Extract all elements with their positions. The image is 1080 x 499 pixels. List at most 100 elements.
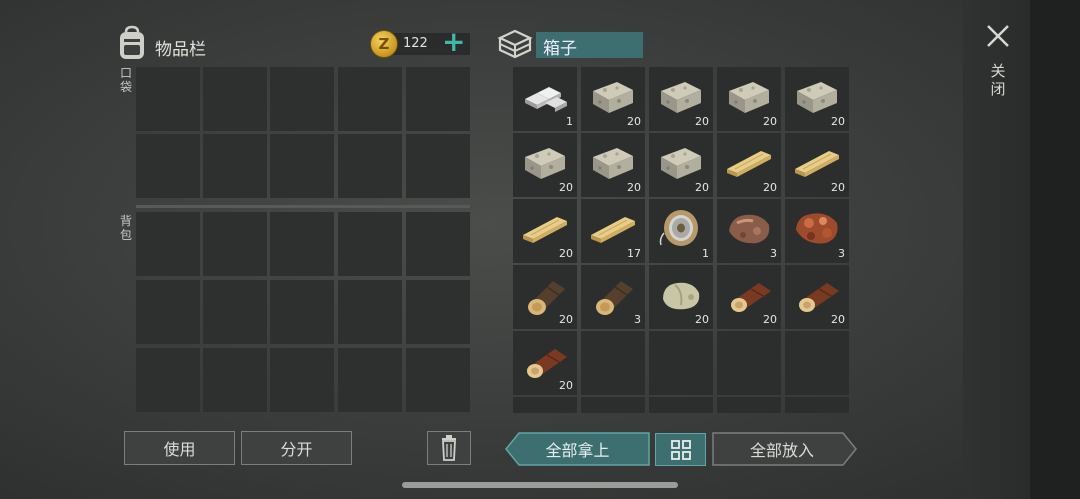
box-slot[interactable]: 20 (581, 67, 645, 131)
box-slot[interactable]: 3 (785, 199, 849, 263)
backpack-slot[interactable] (406, 212, 470, 276)
screen-edge (1030, 0, 1080, 499)
wire-spool-icon (655, 205, 707, 251)
backpack-slot[interactable] (270, 348, 334, 412)
use-button[interactable]: 使用 (124, 431, 235, 465)
pocket-slot[interactable] (203, 134, 267, 198)
close-icon[interactable] (984, 22, 1012, 50)
item-quantity: 3 (770, 247, 777, 260)
box-slot[interactable]: 3 (717, 199, 781, 263)
backpack-slot[interactable] (136, 212, 200, 276)
item-quantity: 20 (831, 115, 845, 128)
box-slot[interactable]: 20 (785, 67, 849, 131)
box-slot[interactable]: 20 (717, 265, 781, 329)
take-all-button[interactable]: 全部拿上 (505, 432, 650, 466)
pocket-slot[interactable] (338, 134, 402, 198)
plank-icon (519, 205, 571, 251)
box-slot[interactable]: 20 (581, 133, 645, 197)
backpack-slot[interactable] (338, 348, 402, 412)
discard-button[interactable] (427, 431, 471, 465)
pocket-slot[interactable] (203, 67, 267, 131)
metal-ingot-icon (519, 73, 571, 119)
item-quantity: 20 (695, 115, 709, 128)
box-slot[interactable] (717, 331, 781, 395)
box-slot[interactable]: 20 (649, 67, 713, 131)
backpack-slot[interactable] (406, 280, 470, 344)
item-quantity: 20 (763, 313, 777, 326)
oak-log-icon (519, 337, 571, 383)
box-slot[interactable]: 20 (785, 133, 849, 197)
item-quantity: 20 (763, 181, 777, 194)
item-quantity: 3 (634, 313, 641, 326)
backpack-slot[interactable] (203, 212, 267, 276)
item-quantity: 20 (559, 313, 573, 326)
item-quantity: 20 (559, 181, 573, 194)
put-all-label: 全部放入 (749, 441, 814, 460)
item-quantity: 20 (831, 181, 845, 194)
item-quantity: 20 (627, 181, 641, 194)
currency-value: 122 (403, 36, 428, 51)
backpack-icon (120, 25, 144, 59)
backpack-slot[interactable] (270, 280, 334, 344)
stone-icon (791, 73, 843, 119)
backpack-slot[interactable] (136, 348, 200, 412)
box-slot[interactable]: 20 (717, 133, 781, 197)
box-slot[interactable]: 20 (785, 265, 849, 329)
box-slot[interactable] (581, 397, 645, 413)
stone-icon (587, 139, 639, 185)
box-slot[interactable]: 20 (513, 199, 577, 263)
item-quantity: 20 (695, 313, 709, 326)
box-slot[interactable] (785, 331, 849, 395)
crate-icon (497, 29, 533, 59)
stone-icon (587, 73, 639, 119)
pocket-slot[interactable] (270, 67, 334, 131)
box-slot[interactable]: 20 (649, 133, 713, 197)
backpack-slot[interactable] (406, 348, 470, 412)
box-slot[interactable]: 20 (649, 265, 713, 329)
box-slot[interactable] (649, 397, 713, 413)
take-all-label: 全部拿上 (545, 441, 610, 460)
pocket-slot[interactable] (136, 67, 200, 131)
pocket-slot[interactable] (136, 134, 200, 198)
item-quantity: 20 (831, 313, 845, 326)
box-slot[interactable] (717, 397, 781, 413)
backpack-slot[interactable] (338, 280, 402, 344)
backpack-slot[interactable] (338, 212, 402, 276)
grid-icon (670, 439, 691, 460)
box-slot[interactable]: 20 (513, 265, 577, 329)
box-name-field[interactable]: 箱子 (536, 32, 643, 59)
backpack-slot[interactable] (136, 280, 200, 344)
add-currency-button[interactable]: + (442, 28, 465, 56)
box-slot[interactable]: 1 (513, 67, 577, 131)
box-slot[interactable]: 20 (513, 133, 577, 197)
put-all-button[interactable]: 全部放入 (712, 432, 857, 466)
box-slot[interactable] (513, 397, 577, 413)
backpack-slot[interactable] (203, 280, 267, 344)
box-slot[interactable]: 17 (581, 199, 645, 263)
split-button[interactable]: 分开 (241, 431, 352, 465)
close-label[interactable]: 关闭 (988, 62, 1008, 98)
backpack-slot[interactable] (270, 212, 334, 276)
home-indicator[interactable] (402, 482, 678, 488)
pocket-slot[interactable] (406, 67, 470, 131)
box-slot[interactable]: 3 (581, 265, 645, 329)
box-slot[interactable]: 1 (649, 199, 713, 263)
backpack-slot[interactable] (203, 348, 267, 412)
pocket-slot[interactable] (338, 67, 402, 131)
item-quantity: 20 (559, 379, 573, 392)
stone-icon (723, 73, 775, 119)
box-slot[interactable] (581, 331, 645, 395)
box-slot[interactable]: 20 (513, 331, 577, 395)
box-slot[interactable] (785, 397, 849, 413)
plank-icon (791, 139, 843, 185)
pocket-slot[interactable] (270, 134, 334, 198)
box-slot[interactable]: 20 (717, 67, 781, 131)
box-slot[interactable] (649, 331, 713, 395)
section-divider (136, 205, 470, 208)
item-quantity: 20 (559, 247, 573, 260)
oak-log-icon (723, 271, 775, 317)
pocket-slot[interactable] (406, 134, 470, 198)
sort-grid-button[interactable] (655, 433, 706, 466)
pocket-label: 口袋 (119, 66, 132, 94)
item-quantity: 1 (702, 247, 709, 260)
